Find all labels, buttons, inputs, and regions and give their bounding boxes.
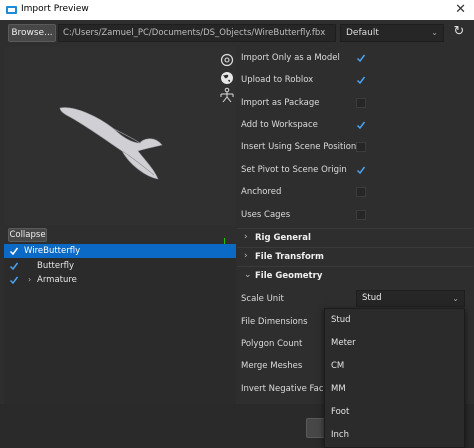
at-symbol-icon[interactable] xyxy=(218,52,236,68)
checkmark-icon[interactable] xyxy=(9,261,19,271)
prop-uses-cages: Uses Cages xyxy=(237,204,473,226)
prop-label: Uses Cages xyxy=(241,210,291,220)
section-rig-general[interactable]: › Rig General xyxy=(237,229,473,247)
menu-item-inch[interactable]: Inch xyxy=(325,424,464,447)
prop-label: Merge Meshes xyxy=(241,361,303,371)
prop-label: Scale Unit xyxy=(241,294,284,304)
roblox-studio-icon xyxy=(6,6,17,14)
checkmark-icon[interactable] xyxy=(356,120,366,130)
prop-label: Invert Negative Faces xyxy=(241,384,334,394)
checkmark-icon[interactable] xyxy=(356,53,366,63)
checkbox-empty[interactable] xyxy=(356,142,366,152)
chevron-down-icon: ⌄ xyxy=(431,28,438,37)
prop-set-pivot-to-scene-origin: Set Pivot to Scene Origin xyxy=(237,159,473,181)
globe-icon[interactable] xyxy=(218,70,236,86)
prop-insert-using-scene-position: Insert Using Scene Position xyxy=(237,136,473,158)
prop-label: Upload to Roblox xyxy=(241,75,314,85)
prop-add-to-workspace: Add to Workspace xyxy=(237,114,473,136)
rig-icon[interactable] xyxy=(218,87,236,103)
chevron-down-icon: ⌄ xyxy=(452,294,459,303)
checkbox-empty[interactable] xyxy=(356,98,366,108)
scale-unit-dropdown[interactable]: Stud ⌄ xyxy=(356,290,465,307)
section-title: Rig General xyxy=(255,233,311,243)
prop-label: File Dimensions xyxy=(241,317,308,327)
section-file-geometry[interactable]: ⌄ File Geometry xyxy=(237,267,473,285)
menu-item-stud[interactable]: Stud xyxy=(325,309,464,332)
menu-item-meter[interactable]: Meter xyxy=(325,332,464,355)
browse-button[interactable]: Browse... xyxy=(8,24,56,42)
collapse-button[interactable]: Collapse xyxy=(8,228,47,242)
tree-item-label: Armature xyxy=(37,275,77,285)
prop-anchored: Anchored xyxy=(237,181,473,203)
prop-label: Import Only as a Model xyxy=(241,53,340,63)
scale-unit-value: Stud xyxy=(362,293,382,303)
scale-unit-menu: Stud Meter CM MM Foot Inch xyxy=(324,308,465,448)
chevron-down-icon: ⌄ xyxy=(244,270,252,280)
prop-label: Insert Using Scene Position xyxy=(241,142,357,152)
tree-item-label: WireButterfly xyxy=(24,246,81,256)
preset-value: Default xyxy=(346,28,379,38)
checkmark-icon[interactable] xyxy=(9,246,19,256)
prop-import-as-package: Import as Package xyxy=(237,92,473,114)
checkbox-empty[interactable] xyxy=(356,187,366,197)
chevron-right-icon: › xyxy=(244,251,248,261)
prop-label: Add to Workspace xyxy=(241,120,318,130)
prop-label: Set Pivot to Scene Origin xyxy=(241,165,347,175)
section-file-transform[interactable]: › File Transform xyxy=(237,248,473,266)
prop-label: Import as Package xyxy=(241,98,320,108)
prop-import-only-as-model: Import Only as a Model xyxy=(237,47,473,69)
tree-item-label: Butterfly xyxy=(37,261,74,271)
chevron-right-icon[interactable]: › xyxy=(28,273,31,287)
menu-item-mm[interactable]: MM xyxy=(325,378,464,401)
butterfly-model-preview xyxy=(59,107,163,180)
file-path-field[interactable]: C:/Users/Zamuel_PC/Documents/DS_Objects/… xyxy=(58,24,336,42)
tree-item-armature[interactable]: › Armature xyxy=(4,273,236,287)
tree-item-wirebutterfly[interactable]: WireButterfly xyxy=(4,244,236,258)
prop-label: Anchored xyxy=(241,187,282,197)
prop-upload-to-roblox: Upload to Roblox xyxy=(237,69,473,91)
menu-item-foot[interactable]: Foot xyxy=(325,401,464,424)
preset-dropdown[interactable]: Default ⌄ xyxy=(340,24,444,42)
section-title: File Transform xyxy=(255,252,324,262)
tree-item-butterfly[interactable]: Butterfly xyxy=(4,259,236,273)
checkbox-empty[interactable] xyxy=(356,210,366,220)
checkmark-icon[interactable] xyxy=(9,275,19,285)
checkmark-icon[interactable] xyxy=(356,75,366,85)
checkmark-icon[interactable] xyxy=(356,165,366,175)
chevron-right-icon: › xyxy=(244,232,248,242)
hierarchy-tree: WireButterfly Butterfly › Armature xyxy=(4,244,236,404)
prop-label: Polygon Count xyxy=(241,339,303,349)
refresh-icon[interactable]: ↻ xyxy=(449,24,469,42)
title-bar: Import Preview ✕ xyxy=(0,0,474,20)
section-title: File Geometry xyxy=(255,271,323,281)
close-icon[interactable]: ✕ xyxy=(455,2,466,17)
window-title: Import Preview xyxy=(21,4,89,14)
model-preview-viewport[interactable] xyxy=(4,47,236,252)
menu-item-cm[interactable]: CM xyxy=(325,355,464,378)
toolbar: Browse... C:/Users/Zamuel_PC/Documents/D… xyxy=(0,20,474,46)
